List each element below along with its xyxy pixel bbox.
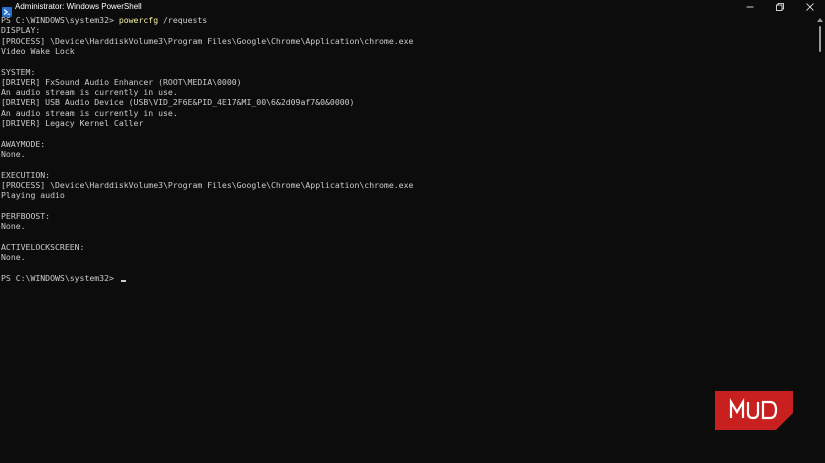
title-bar[interactable]: Administrator: Windows PowerShell [0,0,825,17]
output-line: ACTIVELOCKSCREEN: [1,241,85,252]
output-line: [PROCESS] \Device\HarddiskVolume3\Progra… [1,35,414,46]
powershell-window: Administrator: Windows PowerShell PS C:\… [0,0,825,463]
close-icon [806,3,814,11]
restore-button[interactable] [765,0,795,14]
scroll-up-icon[interactable] [817,18,823,22]
output-line: None. [1,251,26,262]
vertical-scrollbar[interactable] [815,14,825,463]
command-line: PS C:\WINDOWS\system32> powercfg /reques… [1,15,207,25]
window-title: Administrator: Windows PowerShell [15,2,142,11]
output-line: Playing audio [1,190,65,201]
output-line: Video Wake Lock [1,45,75,56]
prompt: PS C:\WINDOWS\system32> [1,272,119,283]
close-button[interactable] [795,0,825,14]
command-args: /requests [158,15,208,25]
active-prompt-line[interactable]: PS C:\WINDOWS\system32> [1,273,126,283]
output-line: AWAYMODE: [1,138,46,149]
output-line: None. [1,221,26,231]
output-line: EXECUTION: [1,169,51,180]
muo-logo [715,391,793,430]
output-line: An audio stream is currently in use. [1,87,178,98]
command-name: powercfg [118,15,159,25]
output-line: [DRIVER] USB Audio Device (USB\VID_2F6E&… [1,97,355,108]
output-line: None. [1,148,26,159]
output-line: DISPLAY: [1,25,41,36]
restore-icon [776,3,784,11]
scroll-thumb[interactable] [819,26,821,52]
output-line: An audio stream is currently in use. [1,107,178,118]
minimize-button[interactable] [735,0,765,14]
terminal-output[interactable]: PS C:\WINDOWS\system32> powercfg /reques… [0,14,812,463]
prompt: PS C:\WINDOWS\system32> [1,15,119,25]
output-line: [DRIVER] Legacy Kernel Caller [1,118,144,128]
minimize-icon [746,6,754,8]
text-cursor [120,279,126,282]
output-line: PERFBOOST: [1,210,51,221]
output-line: [PROCESS] \Device\HarddiskVolume3\Progra… [1,179,414,190]
powershell-icon [2,2,12,17]
output-line: [DRIVER] FxSound Audio Enhancer (ROOT\ME… [1,76,242,87]
output-line: SYSTEM: [1,66,36,77]
